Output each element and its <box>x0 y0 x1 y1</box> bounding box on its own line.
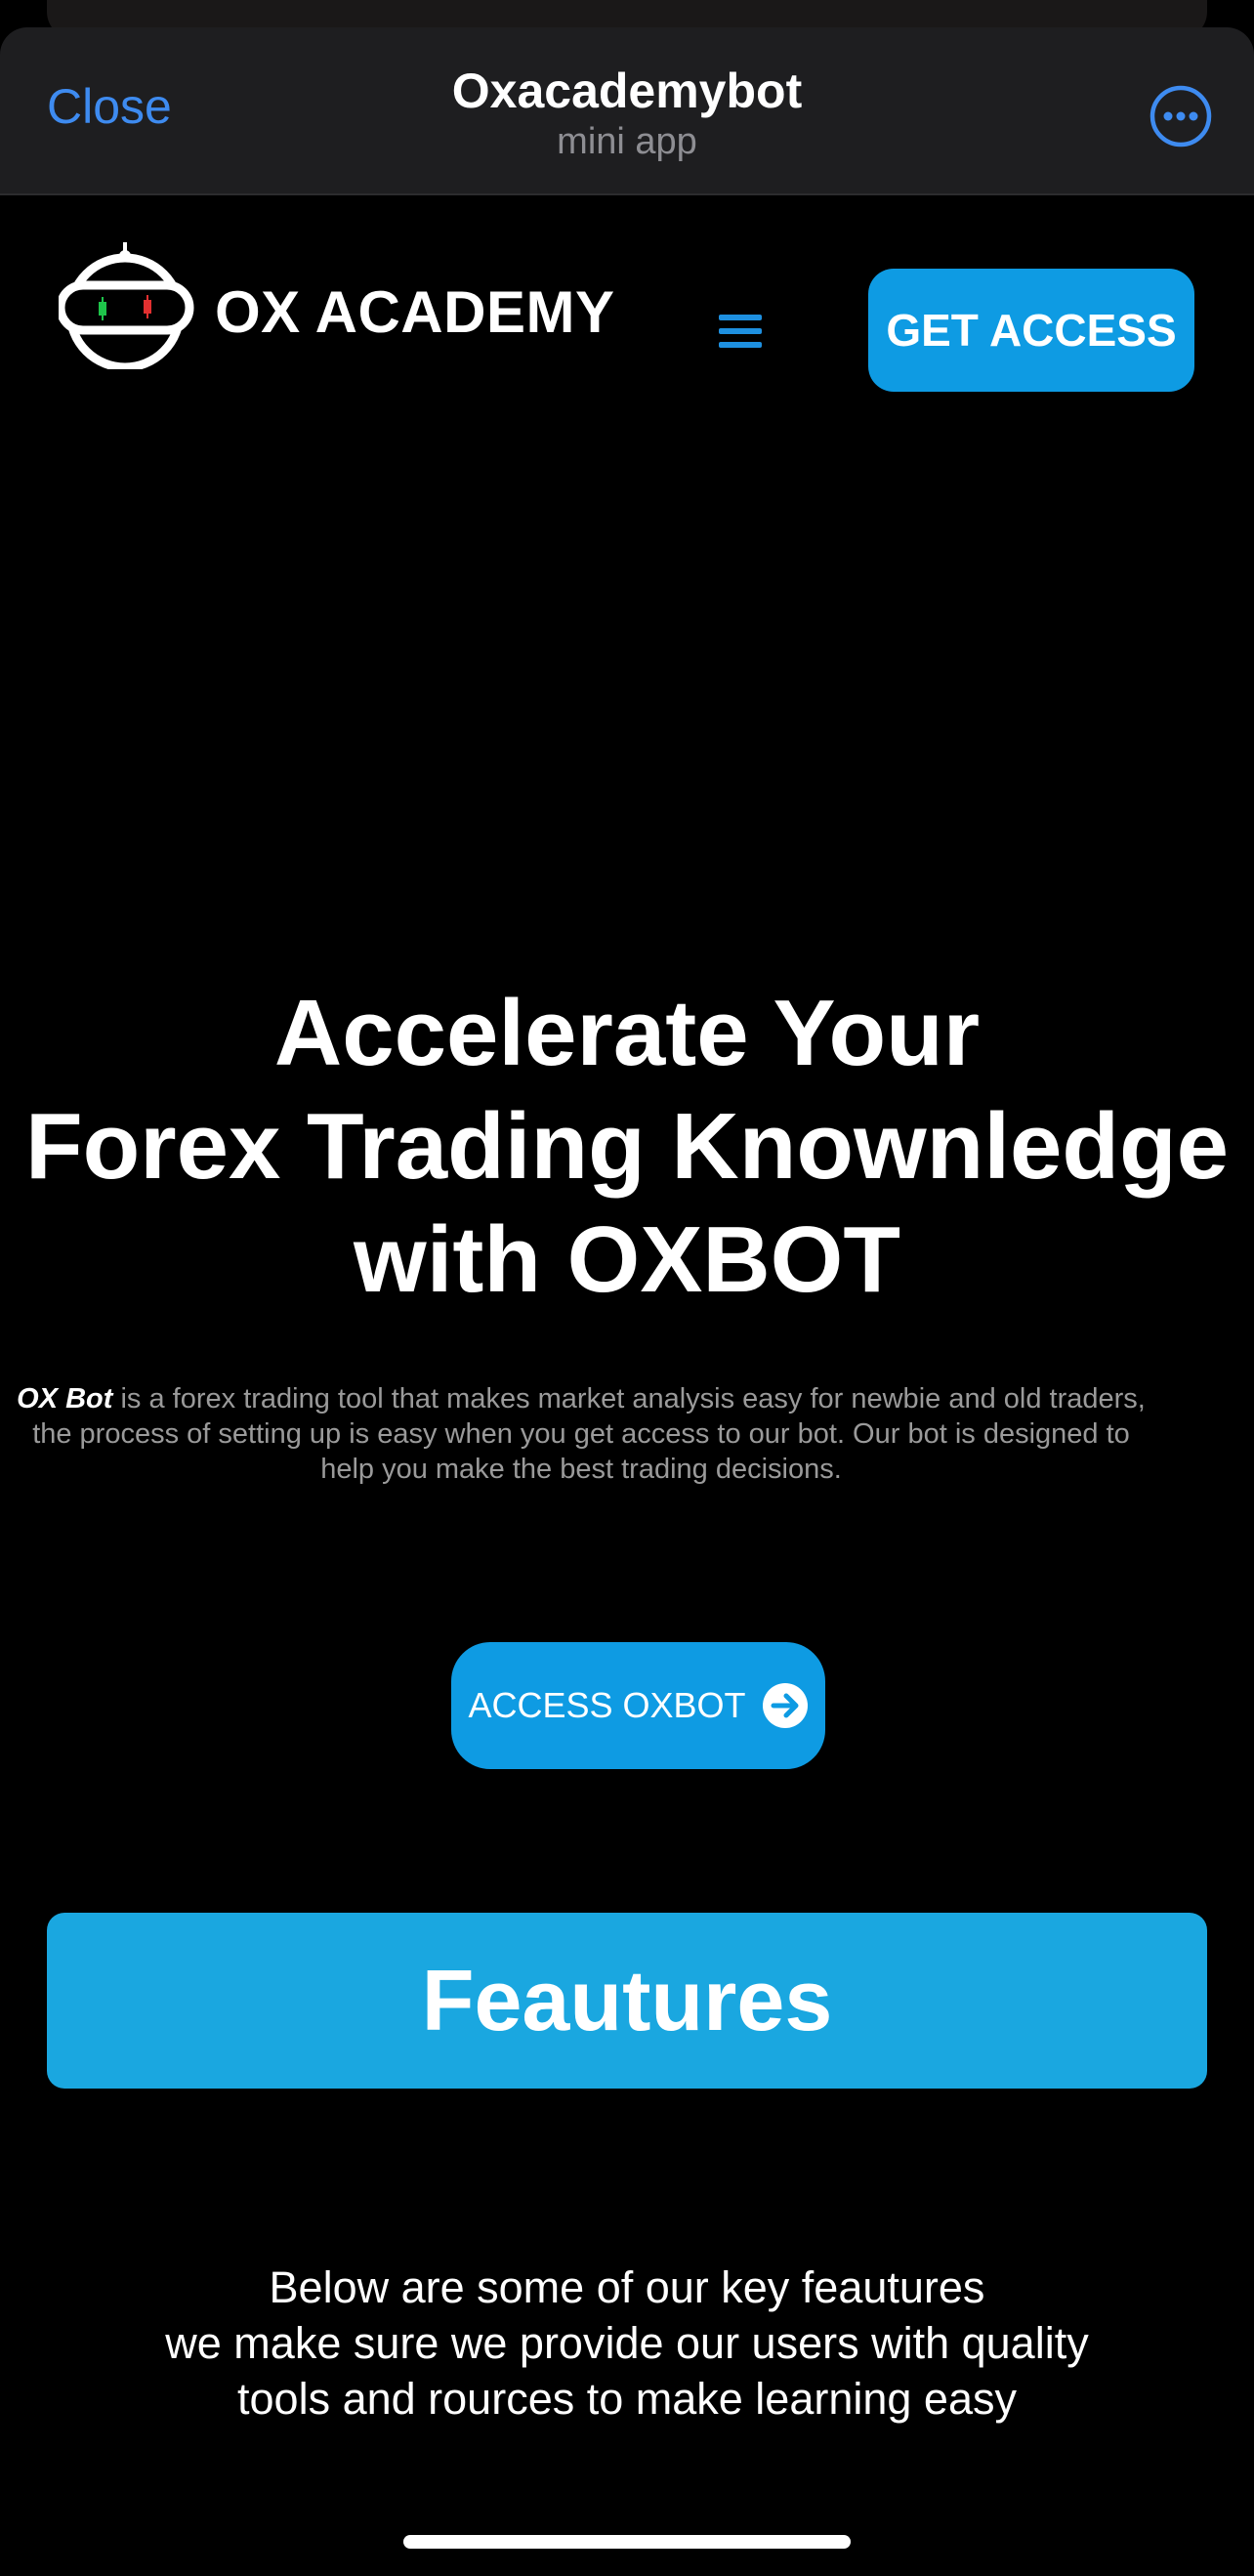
features-intro-line: Below are some of our key feautures <box>269 2262 985 2312</box>
hero-title-line: Forex Trading Knownledge <box>24 1094 1230 1199</box>
features-intro: Below are some of our key feautures we m… <box>0 2259 1254 2427</box>
mini-app-screen: Close Oxacademybot mini app OX ACADEMY G… <box>0 0 1254 2576</box>
robot-logo-icon[interactable] <box>59 240 205 369</box>
home-indicator[interactable] <box>403 2535 851 2549</box>
product-name-emphasis: OX Bot <box>17 1383 113 1415</box>
hero-description-line: OX Bot is a forex trading tool that make… <box>0 1381 1162 1416</box>
access-oxbot-button[interactable]: ACCESS OXBOT <box>451 1642 825 1769</box>
hero-description-line: help you make the best trading decisions… <box>320 1454 842 1485</box>
arrow-right-circle-icon <box>762 1683 808 1728</box>
hamburger-menu-icon[interactable] <box>719 315 762 352</box>
bot-title: Oxacademybot <box>451 63 803 118</box>
more-options-icon[interactable] <box>1149 84 1213 148</box>
hero-title: Accelerate Your Forex Trading Knownledge… <box>0 977 1254 1317</box>
brand-name[interactable]: OX ACADEMY <box>215 283 614 342</box>
bot-subtitle: mini app <box>557 121 697 162</box>
mini-app-topbar: Close Oxacademybot mini app <box>0 27 1254 195</box>
hero-title-line: with OXBOT <box>354 1207 900 1312</box>
access-oxbot-label: ACCESS OXBOT <box>468 1685 746 1725</box>
get-access-button[interactable]: GET ACCESS <box>868 269 1194 392</box>
site-header: OX ACADEMY GET ACCESS <box>0 195 1254 410</box>
mini-app-title-block: Oxacademybot mini app <box>0 64 1254 165</box>
hero-title-line: Accelerate Your <box>273 981 981 1085</box>
features-intro-line: tools and rources to make learning easy <box>237 2374 1017 2424</box>
features-intro-line: we make sure we provide our users with q… <box>165 2318 1089 2368</box>
features-heading: Feautures <box>47 1913 1207 2089</box>
hero-description: OX Bot is a forex trading tool that make… <box>0 1381 1162 1487</box>
description-text: is a forex trading tool that makes marke… <box>112 1383 1146 1415</box>
hero-description-line: the process of setting up is easy when y… <box>32 1418 1130 1450</box>
